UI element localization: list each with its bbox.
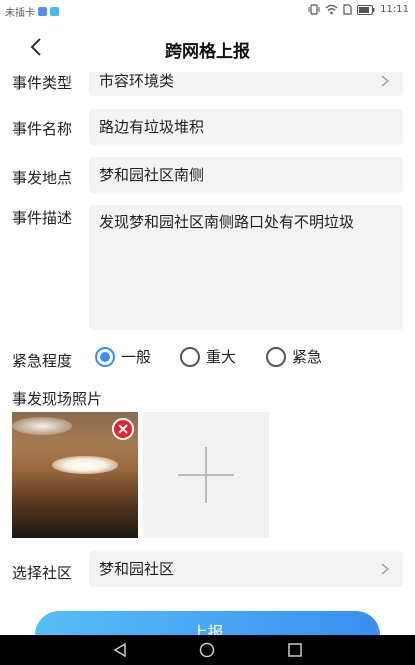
back-nav-icon[interactable] bbox=[112, 642, 128, 658]
photos-label: 事发现场照片 bbox=[12, 390, 103, 408]
event-type-value: 市容环境类 bbox=[99, 72, 175, 90]
battery-icon bbox=[357, 4, 375, 15]
event-name-input[interactable]: 路边有垃圾堆积 bbox=[89, 109, 403, 145]
wifi-icon bbox=[325, 4, 338, 15]
chevron-right-icon bbox=[381, 563, 390, 575]
close-icon bbox=[118, 424, 128, 434]
event-name-value: 路边有垃圾堆积 bbox=[99, 118, 205, 136]
sim-icon bbox=[343, 4, 352, 15]
app-notification-icon-2 bbox=[50, 7, 59, 16]
add-photo-button[interactable] bbox=[143, 412, 269, 538]
recents-nav-icon[interactable] bbox=[287, 642, 303, 658]
urgency-option-label: 一般 bbox=[121, 348, 152, 366]
urgency-option-normal[interactable]: 一般 bbox=[95, 346, 151, 367]
clock: 11:11 bbox=[380, 4, 409, 15]
event-type-label: 事件类型 bbox=[12, 74, 73, 92]
photo-highlight bbox=[12, 417, 72, 435]
radio-unchecked-icon bbox=[180, 346, 200, 367]
plus-icon bbox=[178, 447, 234, 503]
vibrate-icon bbox=[308, 4, 320, 15]
community-value: 梦和园社区 bbox=[99, 560, 175, 578]
urgency-label: 紧急程度 bbox=[12, 352, 73, 370]
status-right: 11:11 bbox=[308, 4, 409, 15]
description-textarea[interactable]: 发现梦和园社区南侧路口处有不明垃圾 bbox=[89, 205, 403, 330]
carrier-text: 未插卡 bbox=[5, 8, 35, 19]
system-nav-bar bbox=[0, 635, 415, 665]
location-value: 梦和园社区南侧 bbox=[99, 166, 205, 184]
radio-checked-icon bbox=[95, 346, 115, 367]
urgency-option-label: 紧急 bbox=[292, 348, 323, 366]
location-input[interactable]: 梦和园社区南侧 bbox=[89, 157, 403, 193]
home-nav-icon[interactable] bbox=[199, 642, 215, 658]
chevron-right-icon bbox=[381, 75, 390, 87]
urgency-option-label: 重大 bbox=[206, 348, 237, 366]
urgency-option-major[interactable]: 重大 bbox=[180, 346, 236, 367]
delete-photo-button[interactable] bbox=[112, 418, 134, 440]
photo-light bbox=[52, 456, 118, 474]
urgency-option-urgent[interactable]: 紧急 bbox=[266, 346, 322, 367]
community-select[interactable]: 梦和园社区 bbox=[89, 551, 403, 587]
status-left: 未插卡 bbox=[5, 4, 59, 19]
location-label: 事发地点 bbox=[12, 169, 73, 187]
community-label: 选择社区 bbox=[12, 564, 73, 582]
event-name-label: 事件名称 bbox=[12, 120, 73, 138]
description-label: 事件描述 bbox=[12, 209, 73, 227]
app-notification-icon bbox=[38, 7, 47, 16]
radio-unchecked-icon bbox=[266, 346, 286, 367]
page-title: 跨网格上报 bbox=[165, 42, 250, 62]
description-value: 发现梦和园社区南侧路口处有不明垃圾 bbox=[99, 213, 355, 231]
status-bar: 未插卡 11:11 bbox=[0, 0, 415, 22]
nav-divider-mask bbox=[0, 62, 415, 72]
